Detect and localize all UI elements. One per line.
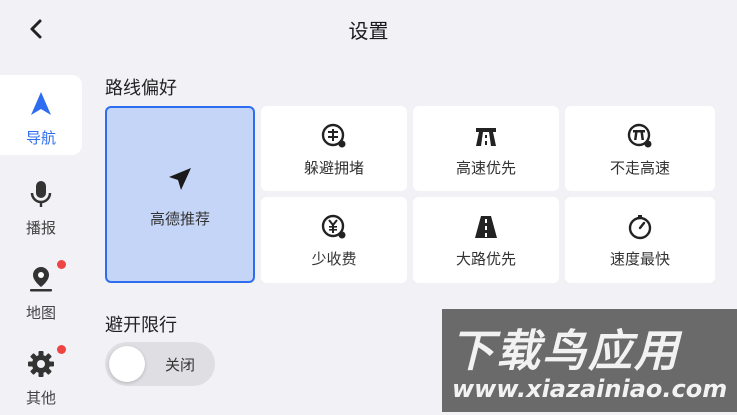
route-option-label: 大路优先 — [455, 250, 516, 268]
route-option-amap-recommend[interactable]: 高德推荐 — [105, 106, 255, 283]
route-option-label: 少收费 — [311, 250, 357, 268]
route-preference-title: 路线偏好 — [105, 78, 177, 99]
route-option-highway-first[interactable]: 高速优先 — [413, 106, 559, 191]
paper-plane-icon — [169, 168, 191, 190]
sidebar-item-label: 导航 — [25, 129, 56, 147]
route-option-label: 高德推荐 — [149, 210, 210, 228]
watermark: 下载鸟应用 www.xiazainiao.com — [442, 309, 737, 412]
toll-yen-icon — [321, 214, 346, 239]
route-option-less-toll[interactable]: 少收费 — [261, 197, 407, 283]
no-highway-icon — [627, 123, 652, 148]
sidebar-item-navigation[interactable]: 导航 — [0, 75, 82, 155]
highway-icon — [476, 128, 496, 146]
notification-dot — [57, 345, 66, 354]
sidebar-item-label: 其他 — [25, 389, 56, 407]
navigation-arrow-icon — [31, 92, 51, 115]
toggle-state-label: 关闭 — [165, 356, 196, 374]
route-option-no-highway[interactable]: 不走高速 — [565, 106, 715, 191]
restriction-toggle[interactable]: 关闭 — [105, 342, 215, 386]
route-option-avoid-congestion[interactable]: 躲避拥堵 — [261, 106, 407, 191]
main-road-icon — [475, 216, 497, 238]
gear-icon — [28, 351, 54, 377]
sidebar-item-broadcast[interactable]: 播报 — [0, 165, 82, 245]
route-option-label: 躲避拥堵 — [303, 159, 364, 177]
route-option-label: 速度最快 — [609, 250, 670, 268]
route-option-label: 高速优先 — [455, 159, 516, 177]
sidebar-item-label: 播报 — [25, 219, 56, 237]
route-option-label: 不走高速 — [609, 159, 670, 177]
restriction-title: 避开限行 — [105, 315, 177, 336]
page-title: 设置 — [348, 19, 389, 43]
watermark-title: 下载鸟应用 — [450, 326, 680, 377]
speedometer-icon — [628, 215, 652, 240]
avoid-congestion-icon — [321, 123, 346, 148]
sidebar-item-map[interactable]: 地图 — [0, 250, 82, 330]
watermark-url: www.xiazainiao.com — [452, 375, 728, 403]
toggle-knob — [109, 346, 145, 382]
microphone-icon — [30, 181, 52, 207]
sidebar: 导航 播报 地图 其他 — [0, 75, 82, 412]
route-option-main-road-first[interactable]: 大路优先 — [413, 197, 559, 283]
sidebar-item-label: 地图 — [25, 304, 56, 322]
notification-dot — [57, 260, 66, 269]
route-option-fastest[interactable]: 速度最快 — [565, 197, 715, 283]
map-pin-icon — [30, 267, 52, 292]
sidebar-item-other[interactable]: 其他 — [0, 335, 82, 415]
header-bar: 设置 — [0, 0, 737, 58]
